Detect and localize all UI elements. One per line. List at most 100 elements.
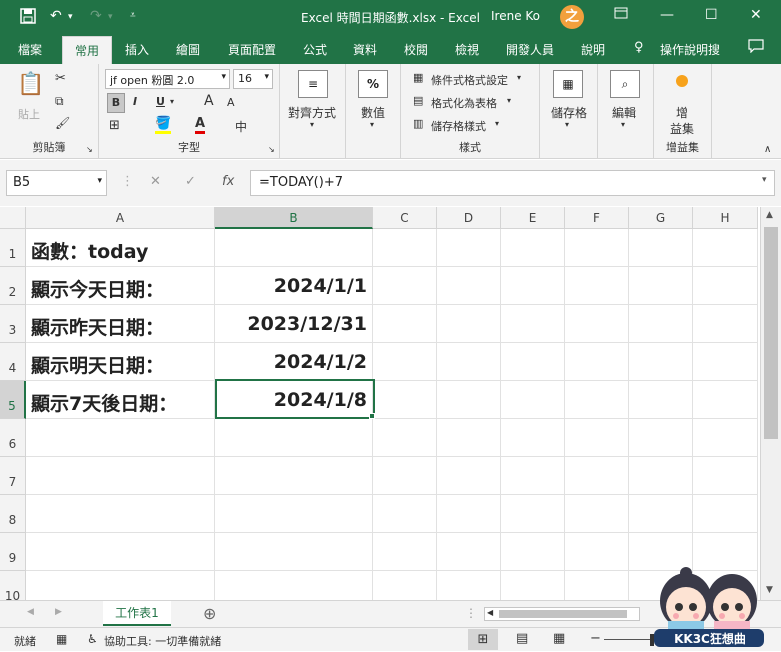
row-header[interactable]: 6 <box>0 419 26 457</box>
row-header[interactable]: 9 <box>0 533 26 571</box>
cells-group[interactable]: ▦ 儲存格 ▾ <box>540 64 598 158</box>
scroll-left-icon[interactable]: ◀ <box>487 608 493 617</box>
empty-cell[interactable] <box>693 457 758 495</box>
tab-home[interactable]: 常用 <box>62 36 113 64</box>
chevron-down-icon[interactable]: ▾ <box>507 96 511 105</box>
empty-cell[interactable] <box>373 305 437 343</box>
empty-cell[interactable] <box>501 495 565 533</box>
empty-cell[interactable] <box>629 419 693 457</box>
cell-a[interactable]: 函數：today <box>26 229 215 267</box>
cell-b[interactable]: 2023/12/31 <box>215 305 373 343</box>
prev-sheet-icon[interactable]: ◀ <box>27 607 34 617</box>
number-group[interactable]: % 數值 ▾ <box>346 64 401 158</box>
empty-cell[interactable] <box>565 571 629 600</box>
phonetic-button[interactable]: 中 <box>235 118 247 135</box>
tab-view[interactable]: 檢視 <box>455 41 479 58</box>
addins-label-2[interactable]: 益集 <box>670 120 694 137</box>
empty-cell[interactable] <box>501 533 565 571</box>
cell-a[interactable] <box>26 571 215 600</box>
empty-cell[interactable] <box>501 457 565 495</box>
sheet-tab[interactable]: 工作表1 <box>103 601 171 626</box>
empty-cell[interactable] <box>693 229 758 267</box>
dialog-launcher-icon[interactable]: ↘ <box>86 145 93 154</box>
empty-cell[interactable] <box>629 381 693 419</box>
cell-b[interactable] <box>215 495 373 533</box>
dialog-launcher-icon[interactable]: ↘ <box>268 145 275 154</box>
cell-b[interactable]: 2024/1/2 <box>215 343 373 381</box>
zoom-out-icon[interactable]: − <box>590 631 601 646</box>
empty-cell[interactable] <box>373 381 437 419</box>
accessibility-status[interactable]: 協助工具: 一切準備就緒 <box>104 633 221 649</box>
row-header[interactable]: 2 <box>0 267 26 305</box>
paste-button[interactable]: 貼上 <box>18 106 40 122</box>
column-header[interactable]: F <box>565 207 629 229</box>
empty-cell[interactable] <box>629 305 693 343</box>
empty-cell[interactable] <box>437 381 501 419</box>
row-header[interactable]: 1 <box>0 229 26 267</box>
empty-cell[interactable] <box>565 343 629 381</box>
worksheet-grid[interactable]: A B C D E F G H 1 函數：today 2 顯示今天日期： 2024/1/… <box>0 207 758 600</box>
vertical-scrollbar[interactable]: ▲ ▼ <box>760 207 781 600</box>
cut-icon[interactable]: ✂ <box>55 71 66 86</box>
row-header[interactable]: 5 <box>0 381 26 419</box>
row-header[interactable]: 10 <box>0 571 26 600</box>
page-break-view-icon[interactable]: ▦ <box>553 631 565 646</box>
tell-me-search[interactable]: 操作說明搜 <box>660 41 720 58</box>
empty-cell[interactable] <box>693 305 758 343</box>
row-header[interactable]: 4 <box>0 343 26 381</box>
empty-cell[interactable] <box>373 229 437 267</box>
underline-button[interactable]: U <box>156 95 165 108</box>
empty-cell[interactable] <box>693 419 758 457</box>
empty-cell[interactable] <box>501 305 565 343</box>
normal-view-icon[interactable]: ⊞ <box>468 629 498 650</box>
avatar[interactable]: 之 <box>560 5 584 29</box>
empty-cell[interactable] <box>437 571 501 600</box>
comments-icon[interactable] <box>748 39 764 57</box>
chevron-down-icon[interactable]: ▾ <box>762 175 767 185</box>
empty-cell[interactable] <box>693 343 758 381</box>
maximize-button[interactable]: ☐ <box>705 7 718 23</box>
shrink-font-button[interactable]: A <box>227 96 235 109</box>
tab-insert[interactable]: 插入 <box>125 41 149 58</box>
empty-cell[interactable] <box>693 495 758 533</box>
cell-b[interactable] <box>215 419 373 457</box>
empty-cell[interactable] <box>501 267 565 305</box>
tab-review[interactable]: 校閱 <box>404 41 428 58</box>
chevron-down-icon[interactable]: ▾ <box>495 119 499 128</box>
fill-color-icon[interactable]: 🪣 <box>155 116 172 134</box>
font-size-combo[interactable]: 16 ▾ <box>233 69 273 89</box>
empty-cell[interactable] <box>437 495 501 533</box>
empty-cell[interactable] <box>693 381 758 419</box>
addins-label-1[interactable]: 增 <box>676 104 688 121</box>
empty-cell[interactable] <box>437 305 501 343</box>
empty-cell[interactable] <box>501 571 565 600</box>
font-color-button[interactable]: A <box>195 116 206 134</box>
scroll-thumb[interactable] <box>764 227 778 439</box>
column-header[interactable]: H <box>693 207 758 229</box>
column-header[interactable]: G <box>629 207 693 229</box>
cell-a[interactable]: 顯示今天日期： <box>26 267 215 305</box>
cell-a[interactable]: 顯示7天後日期： <box>26 381 215 419</box>
editing-group[interactable]: ⌕ 編輯 ▾ <box>598 64 654 158</box>
scroll-thumb[interactable] <box>499 610 627 618</box>
macro-record-icon[interactable]: ▦ <box>56 632 67 646</box>
empty-cell[interactable] <box>373 495 437 533</box>
fill-handle[interactable] <box>369 413 375 419</box>
empty-cell[interactable] <box>629 495 693 533</box>
conditional-formatting-button[interactable]: 條件式格式設定 <box>431 72 508 88</box>
empty-cell[interactable] <box>629 267 693 305</box>
empty-cell[interactable] <box>437 229 501 267</box>
horizontal-scrollbar[interactable]: ◀ <box>484 607 640 621</box>
cell-a[interactable] <box>26 419 215 457</box>
empty-cell[interactable] <box>373 267 437 305</box>
empty-cell[interactable] <box>501 419 565 457</box>
empty-cell[interactable] <box>565 229 629 267</box>
grow-font-button[interactable]: A <box>204 93 214 109</box>
insert-function-icon[interactable]: fx <box>222 174 234 189</box>
empty-cell[interactable] <box>373 457 437 495</box>
formula-input[interactable]: =TODAY()+7 <box>250 170 775 196</box>
column-header[interactable]: B <box>215 207 373 229</box>
column-header[interactable]: D <box>437 207 501 229</box>
empty-cell[interactable] <box>501 343 565 381</box>
user-name[interactable]: Irene Ko <box>491 9 540 23</box>
